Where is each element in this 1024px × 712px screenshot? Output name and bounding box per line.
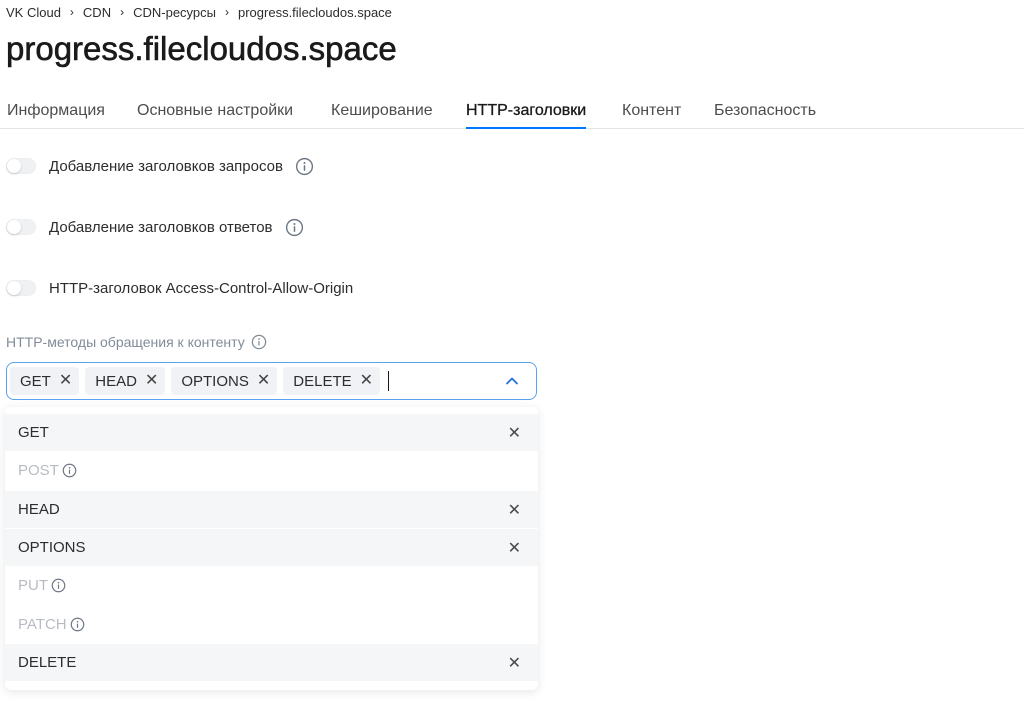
option-options[interactable]: OPTIONS ✕ — [5, 529, 538, 566]
toggle-knob — [7, 220, 21, 234]
chevron-up-icon[interactable] — [504, 373, 520, 394]
option-label: GET — [18, 424, 49, 441]
info-icon[interactable] — [295, 157, 314, 176]
response-headers-toggle-row: Добавление заголовков ответов — [6, 216, 304, 238]
request-headers-toggle-row: Добавление заголовков запросов — [6, 155, 314, 177]
http-methods-select[interactable]: GET ✕ HEAD ✕ OPTIONS ✕ DELETE ✕ — [6, 362, 537, 400]
text-caret[interactable] — [388, 371, 390, 391]
tab-security[interactable]: Безопасность — [714, 98, 816, 128]
chip-label: HEAD — [95, 372, 137, 390]
option-label: HEAD — [18, 501, 60, 518]
page-title: progress.filecloudos.space — [6, 30, 397, 68]
cors-header-toggle[interactable] — [6, 280, 36, 296]
chip-label: OPTIONS — [181, 372, 249, 390]
close-icon[interactable]: ✕ — [145, 373, 158, 389]
breadcrumb-current: progress.filecloudos.space — [237, 4, 392, 20]
option-post: POST — [5, 452, 538, 489]
toggle-knob — [7, 281, 21, 295]
breadcrumb: VK Cloud › CDN › CDN-ресурсы › progress.… — [6, 4, 392, 20]
chip-get: GET ✕ — [10, 367, 80, 395]
option-patch: PATCH — [5, 606, 538, 643]
option-label: PUT — [18, 577, 48, 594]
close-icon[interactable]: ✕ — [508, 423, 521, 443]
tab-content[interactable]: Контент — [622, 98, 681, 128]
response-headers-label: Добавление заголовков ответов — [49, 218, 273, 236]
toggle-knob — [7, 159, 21, 173]
request-headers-toggle[interactable] — [6, 158, 36, 174]
close-icon[interactable]: ✕ — [257, 373, 270, 389]
breadcrumb-cdn[interactable]: CDN — [83, 5, 111, 20]
http-methods-label-text: HTTP-методы обращения к контенту — [6, 334, 245, 350]
response-headers-toggle[interactable] — [6, 219, 36, 235]
option-label: PATCH — [18, 616, 67, 633]
chip-label: GET — [20, 372, 51, 390]
option-label: POST — [18, 462, 59, 479]
close-icon[interactable]: ✕ — [508, 500, 521, 520]
chip-options: OPTIONS ✕ — [171, 367, 278, 395]
http-methods-dropdown: GET ✕ POST HEAD ✕ OPTIONS ✕ PUT PATCH DE… — [5, 407, 538, 690]
tab-caching[interactable]: Кеширование — [331, 98, 433, 128]
close-icon[interactable]: ✕ — [508, 538, 521, 558]
info-icon[interactable] — [70, 617, 85, 632]
chevron-right-icon: › — [120, 5, 125, 19]
chevron-right-icon: › — [224, 5, 229, 19]
breadcrumb-vk-cloud[interactable]: VK Cloud — [6, 5, 61, 20]
option-get[interactable]: GET ✕ — [5, 414, 538, 451]
info-icon[interactable] — [251, 334, 267, 350]
request-headers-label: Добавление заголовков запросов — [49, 157, 283, 175]
option-label: DELETE — [18, 654, 77, 671]
tab-basic-settings[interactable]: Основные настройки — [137, 98, 293, 128]
breadcrumb-cdn-resources[interactable]: CDN-ресурсы — [133, 5, 216, 20]
tab-http-headers[interactable]: HTTP-заголовки — [466, 98, 587, 129]
option-label: OPTIONS — [18, 539, 86, 556]
cors-header-toggle-row: HTTP-заголовок Access-Control-Allow-Orig… — [6, 277, 353, 299]
close-icon[interactable]: ✕ — [508, 653, 521, 673]
chip-label: DELETE — [293, 372, 352, 390]
close-icon[interactable]: ✕ — [59, 373, 72, 389]
chevron-right-icon: › — [69, 5, 74, 19]
cors-header-label: HTTP-заголовок Access-Control-Allow-Orig… — [49, 279, 354, 297]
tab-information[interactable]: Информация — [7, 98, 105, 128]
option-delete[interactable]: DELETE ✕ — [5, 644, 538, 681]
http-methods-label: HTTP-методы обращения к контенту — [6, 334, 267, 350]
info-icon[interactable] — [285, 218, 304, 237]
info-icon[interactable] — [62, 463, 77, 478]
chip-head: HEAD ✕ — [85, 367, 166, 395]
option-head[interactable]: HEAD ✕ — [5, 491, 538, 528]
option-put: PUT — [5, 567, 538, 604]
tab-bar: Информация Основные настройки Кешировани… — [0, 98, 1024, 129]
chip-delete: DELETE ✕ — [283, 367, 381, 395]
info-icon[interactable] — [51, 578, 66, 593]
close-icon[interactable]: ✕ — [360, 373, 373, 389]
